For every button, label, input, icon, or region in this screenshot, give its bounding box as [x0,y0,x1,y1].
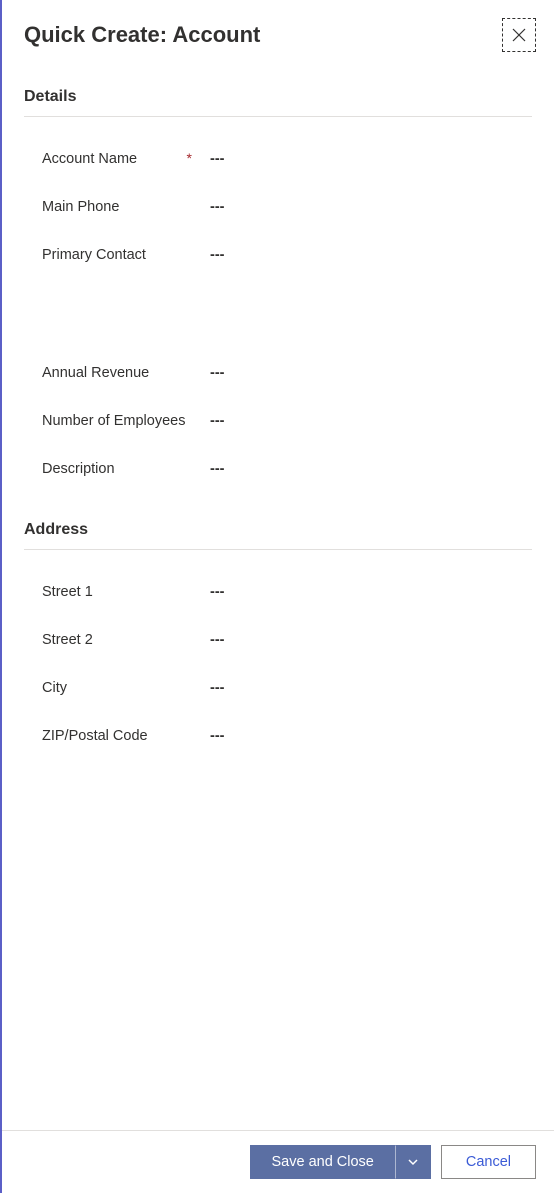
field-primary-contact: Primary Contact --- [24,231,532,279]
label-main-phone: Main Phone [42,199,119,215]
panel-title: Quick Create: Account [24,22,260,48]
input-zip[interactable]: --- [210,728,532,744]
save-button-group: Save and Close [250,1145,430,1179]
field-street2: Street 2 --- [24,616,532,664]
save-options-dropdown[interactable] [395,1145,431,1179]
label-account-name: Account Name [42,151,137,167]
required-marker: * [187,151,192,165]
field-main-phone: Main Phone --- [24,183,532,231]
close-button[interactable] [502,18,536,52]
input-primary-contact[interactable]: --- [210,247,532,263]
details-fields: Account Name * --- Main Phone --- Primar… [24,117,532,493]
field-description: Description --- [24,445,532,493]
label-city: City [42,680,67,696]
input-description[interactable]: --- [210,461,532,477]
field-zip: ZIP/Postal Code --- [24,712,532,760]
input-account-name[interactable]: --- [210,151,532,167]
save-and-close-button[interactable]: Save and Close [250,1145,394,1179]
chevron-down-icon [407,1156,419,1168]
panel-footer: Save and Close Cancel [2,1130,554,1193]
label-primary-contact: Primary Contact [42,247,146,263]
field-city: City --- [24,664,532,712]
panel-content: Details Account Name * --- Main Phone --… [2,60,554,1130]
quick-create-panel: Quick Create: Account Details Account Na… [2,0,554,1193]
spacer [24,279,532,349]
address-fields: Street 1 --- Street 2 --- City --- ZIP/P… [24,550,532,760]
input-num-employees[interactable]: --- [210,413,532,429]
label-street1: Street 1 [42,584,93,600]
label-street2: Street 2 [42,632,93,648]
close-icon [512,28,526,42]
field-account-name: Account Name * --- [24,135,532,183]
label-annual-revenue: Annual Revenue [42,365,149,381]
input-city[interactable]: --- [210,680,532,696]
input-annual-revenue[interactable]: --- [210,365,532,381]
input-main-phone[interactable]: --- [210,199,532,215]
section-title-address: Address [24,521,532,550]
field-street1: Street 1 --- [24,568,532,616]
label-zip: ZIP/Postal Code [42,728,148,744]
input-street2[interactable]: --- [210,632,532,648]
cancel-button[interactable]: Cancel [441,1145,536,1179]
section-title-details: Details [24,88,532,117]
input-street1[interactable]: --- [210,584,532,600]
field-num-employees: Number of Employees --- [24,397,532,445]
field-annual-revenue: Annual Revenue --- [24,349,532,397]
label-description: Description [42,461,115,477]
label-num-employees: Number of Employees [42,413,185,429]
panel-header: Quick Create: Account [2,0,554,60]
